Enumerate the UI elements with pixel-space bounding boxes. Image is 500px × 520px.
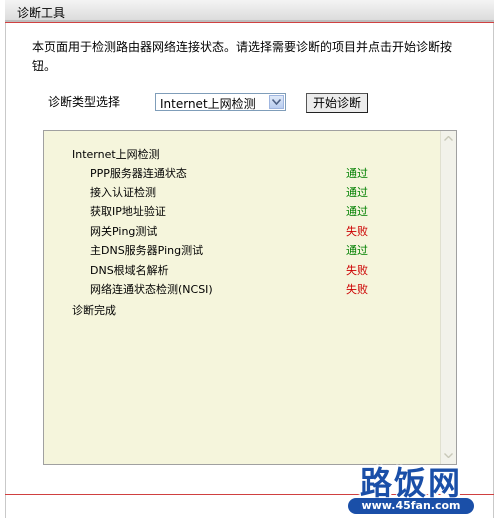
start-diagnosis-button[interactable]: 开始诊断	[306, 93, 368, 113]
result-row: PPP服务器连通状态 通过	[90, 165, 390, 183]
result-row: DNS根域名解析 失败	[90, 262, 390, 280]
watermark-url: www.45fan.com	[348, 498, 474, 514]
scroll-up-arrow-icon[interactable]	[441, 131, 456, 147]
result-row: 获取IP地址验证 通过	[90, 203, 390, 221]
result-item-name: DNS根域名解析	[90, 264, 169, 277]
page-description: 本页面用于检测路由器网络连接状态。请选择需要诊断的项目并点击开始诊断按钮。	[32, 40, 453, 73]
result-row: 接入认证检测 通过	[90, 184, 390, 202]
result-heading: Internet上网检测	[72, 148, 160, 161]
result-row: 主DNS服务器Ping测试 通过	[90, 242, 390, 260]
result-footer: 诊断完成	[72, 304, 116, 317]
result-item-name: 主DNS服务器Ping测试	[90, 244, 204, 257]
result-item-name: 网络连通状态检测(NCSI)	[90, 283, 213, 296]
scrollbar[interactable]	[440, 131, 456, 464]
watermark: 路饭网 www.45fan.com	[346, 458, 486, 516]
result-item-status: 通过	[346, 205, 368, 218]
result-row: 网关Ping测试 失败	[90, 223, 390, 241]
divider-top	[5, 22, 494, 23]
result-row: 网络连通状态检测(NCSI) 失败	[90, 281, 390, 299]
result-item-status: 通过	[346, 167, 368, 180]
result-item-name: 获取IP地址验证	[90, 205, 166, 218]
result-item-status: 通过	[346, 186, 368, 199]
result-item-status: 失败	[346, 283, 368, 296]
result-item-status: 失败	[346, 225, 368, 238]
result-item-name: 网关Ping测试	[90, 225, 158, 238]
diagnosis-type-label: 诊断类型选择	[48, 95, 121, 109]
result-item-status: 通过	[346, 244, 368, 257]
page-title: 诊断工具	[17, 6, 66, 20]
chevron-down-icon[interactable]	[269, 95, 284, 109]
result-item-name: 接入认证检测	[90, 186, 156, 199]
title-bar: 诊断工具	[5, 0, 494, 22]
diagnosis-type-select[interactable]: Internet上网检测	[155, 93, 286, 111]
result-item-name: PPP服务器连通状态	[90, 167, 187, 180]
diagnosis-type-value: Internet上网检测	[160, 97, 256, 111]
result-item-status: 失败	[346, 264, 368, 277]
